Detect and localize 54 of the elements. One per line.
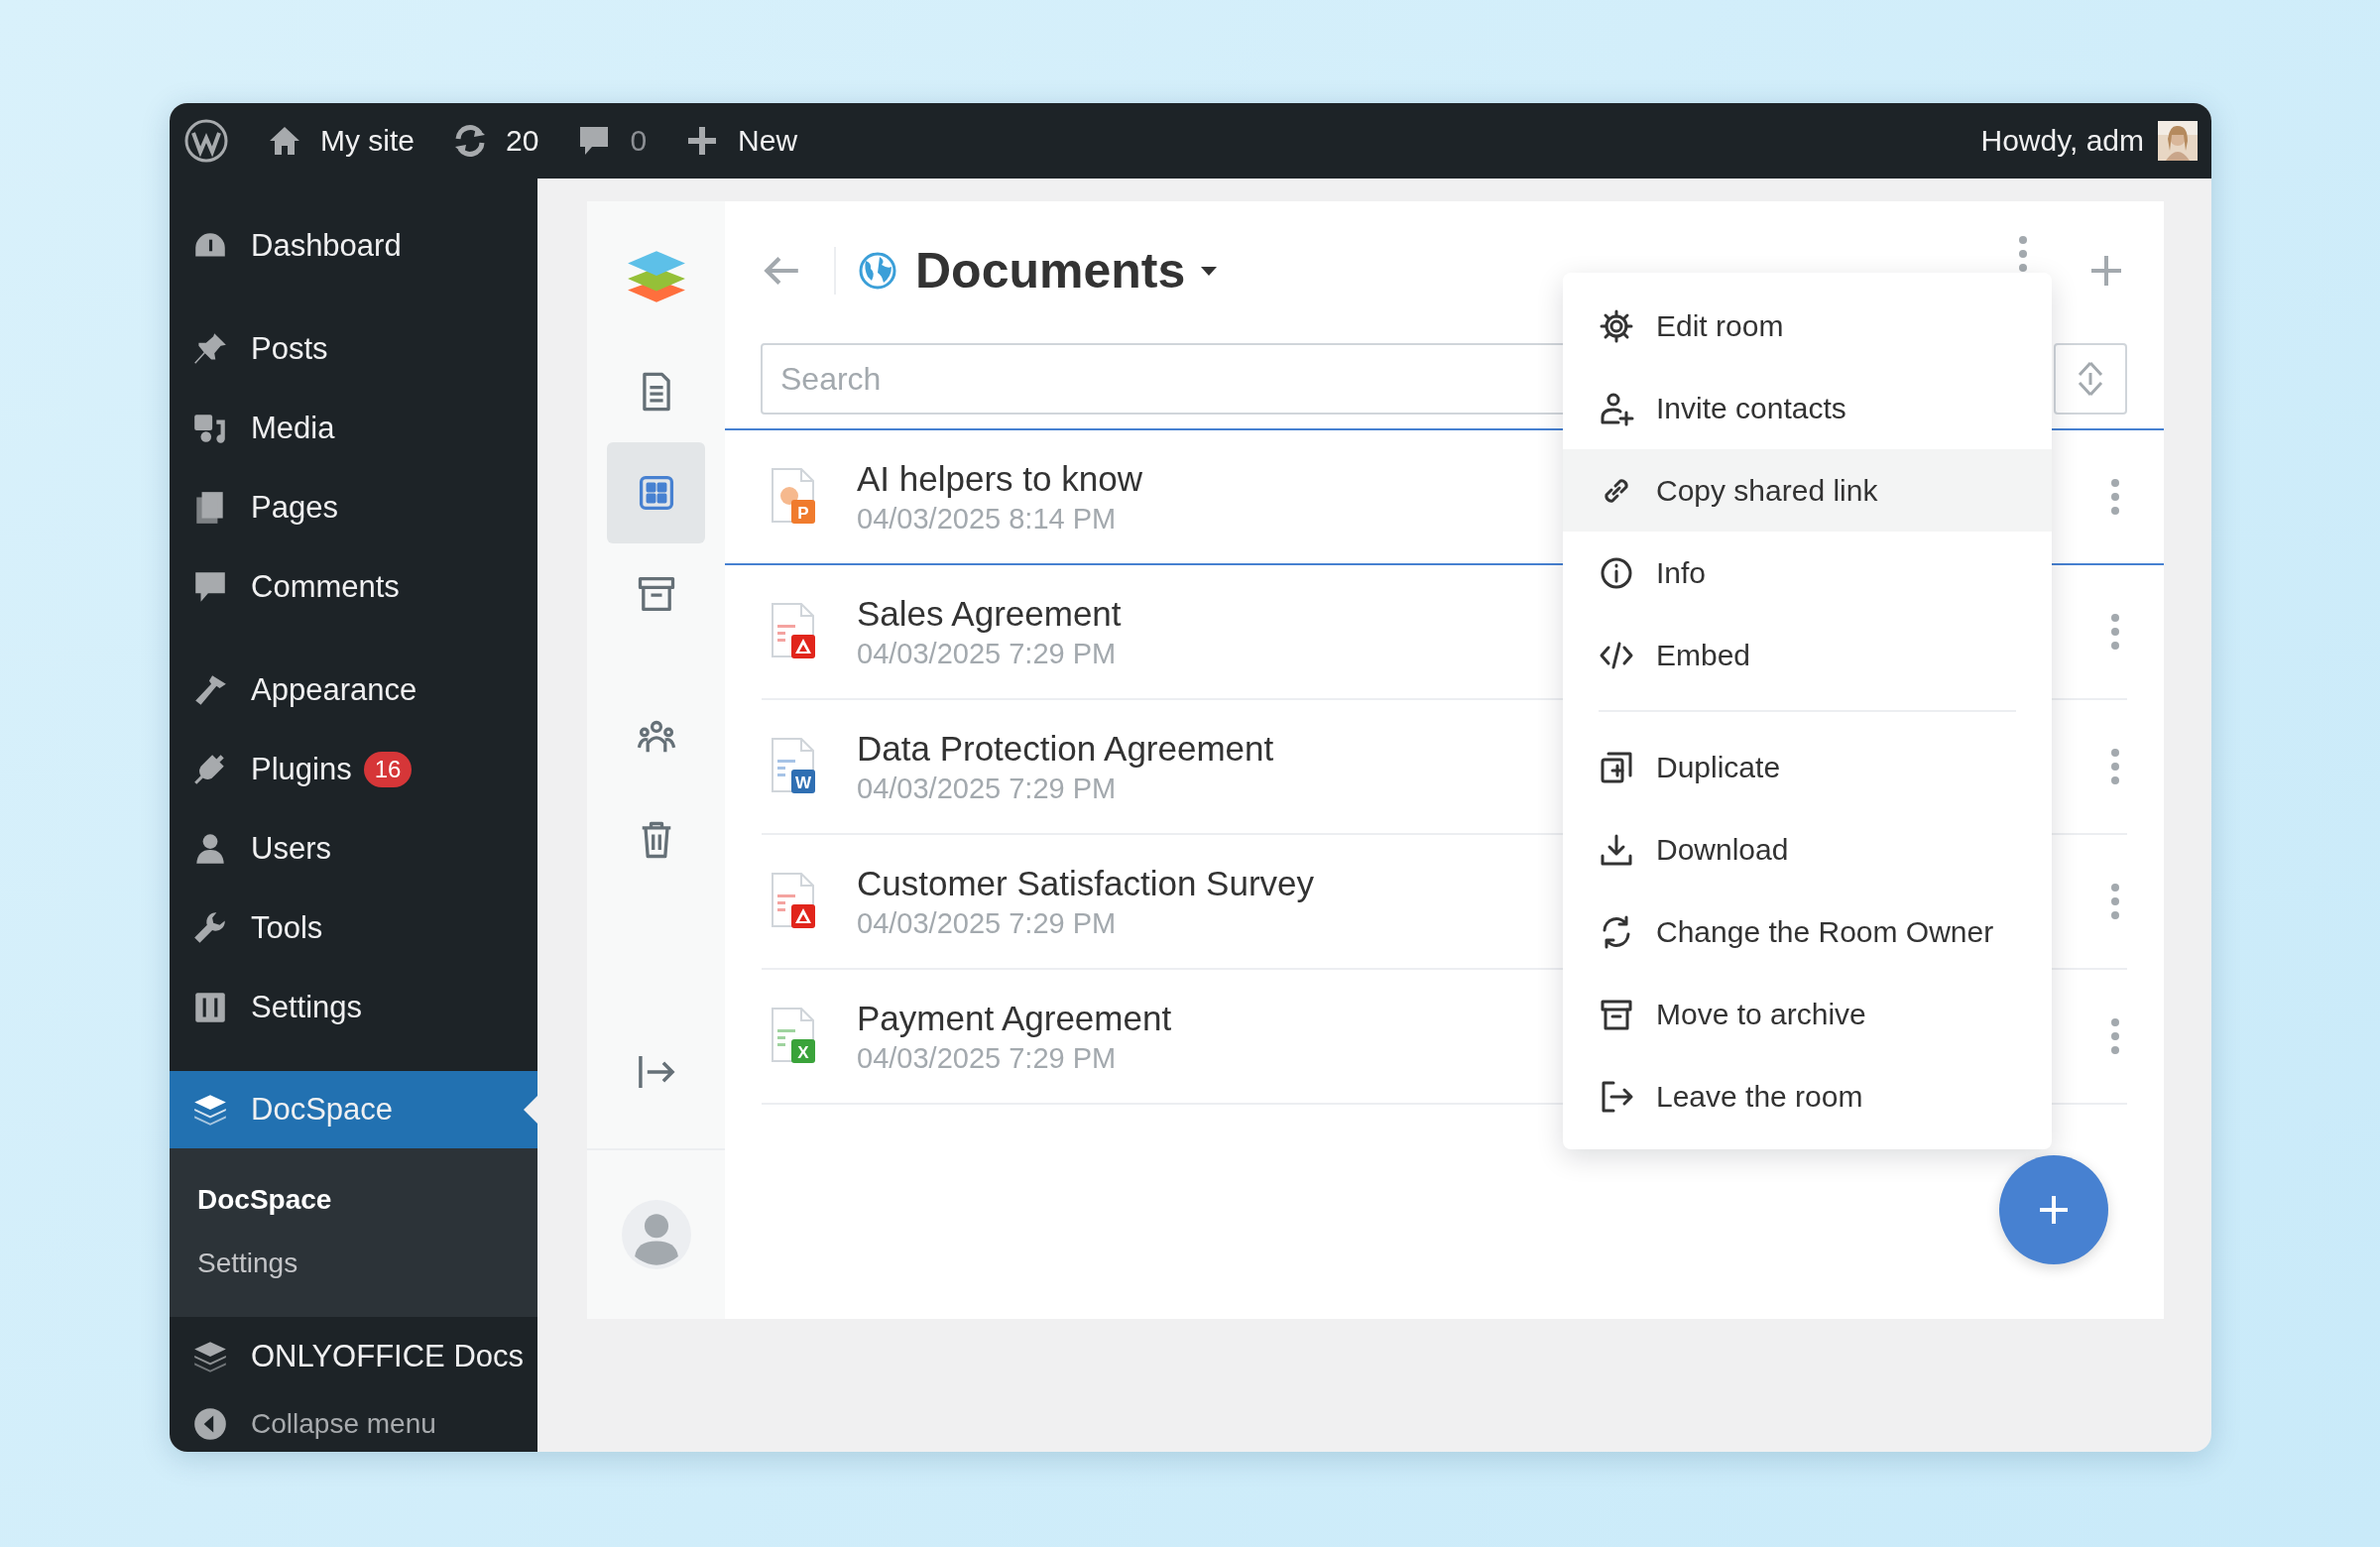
sort-icon: [2076, 359, 2105, 399]
toolbar-link[interactable]: New: [738, 124, 798, 158]
pointer-arrow-icon: [524, 1096, 537, 1124]
layers-logo-icon[interactable]: [625, 249, 687, 304]
sidebar-item[interactable]: Settings: [170, 968, 537, 1047]
menu-item[interactable]: Change the Room Owner: [1563, 891, 2052, 973]
toolbar-link[interactable]: 20: [506, 124, 539, 158]
collapse-icon: [191, 1405, 229, 1443]
more-icon[interactable]: [2109, 612, 2121, 652]
file-name: Sales Agreement: [857, 593, 1122, 634]
sidebar-item[interactable]: Plugins 16: [170, 730, 537, 809]
file-date: 04/03/2025 7:29 PM: [857, 637, 1118, 670]
file-date: 04/03/2025 7:29 PM: [857, 772, 1118, 805]
file-name: AI helpers to know: [857, 458, 1142, 499]
file-date: 04/03/2025 7:29 PM: [857, 1041, 1118, 1075]
room-title[interactable]: Documents: [915, 242, 1186, 299]
submenu-item[interactable]: Settings: [170, 1232, 537, 1295]
more-icon[interactable]: [2109, 1016, 2121, 1056]
more-icon[interactable]: [2109, 477, 2121, 517]
sidebar-item[interactable]: Tools: [170, 889, 537, 968]
wordpress-logo-icon[interactable]: [183, 118, 229, 164]
caret-icon[interactable]: [1199, 265, 1220, 277]
sidebar-item[interactable]: Pages: [170, 468, 537, 547]
menu-item[interactable]: Embed: [1563, 614, 2052, 696]
menu-item[interactable]: Move to archive: [1563, 973, 2052, 1055]
gear-icon: [1599, 307, 1634, 344]
file-date: 04/03/2025 7:29 PM: [857, 906, 1118, 940]
more-icon[interactable]: [2017, 234, 2029, 274]
sidebar-item[interactable]: DocSpace: [170, 1071, 537, 1148]
toolbar-link[interactable]: 0: [630, 124, 648, 158]
sidebar-item[interactable]: Users: [170, 809, 537, 889]
sidebar-item[interactable]: Appearance: [170, 651, 537, 730]
greeting-link[interactable]: Howdy, adm: [1980, 124, 2144, 158]
avatar-icon[interactable]: [621, 1200, 691, 1269]
globe-icon: [858, 251, 897, 291]
menu-item[interactable]: Copy shared link: [1563, 449, 2052, 532]
file-date: 04/03/2025 8:14 PM: [857, 502, 1118, 536]
file-name: Payment Agreement: [857, 998, 1172, 1038]
sidebar-item[interactable]: Posts: [170, 309, 537, 389]
collapse-menu-button[interactable]: Collapse menu: [170, 1396, 537, 1452]
sidebar-item[interactable]: ONLYOFFICE Docs: [170, 1317, 537, 1396]
file-name: Data Protection Agreement: [857, 728, 1274, 769]
menu-item[interactable]: Duplicate: [1563, 726, 2052, 808]
toolbar-link[interactable]: My site: [320, 124, 415, 158]
submenu-item[interactable]: DocSpace: [170, 1168, 537, 1232]
more-icon[interactable]: [2109, 882, 2121, 921]
more-icon[interactable]: [2109, 747, 2121, 786]
file-name: Customer Satisfaction Survey: [857, 863, 1314, 903]
grid-nav-icon[interactable]: [607, 442, 705, 543]
sort-button[interactable]: [2054, 343, 2127, 415]
sidebar-item[interactable]: Media: [170, 389, 537, 468]
count-badge: 16: [363, 752, 413, 787]
sidebar-item[interactable]: Comments: [170, 547, 537, 627]
sidebar-item[interactable]: Dashboard: [170, 206, 537, 286]
